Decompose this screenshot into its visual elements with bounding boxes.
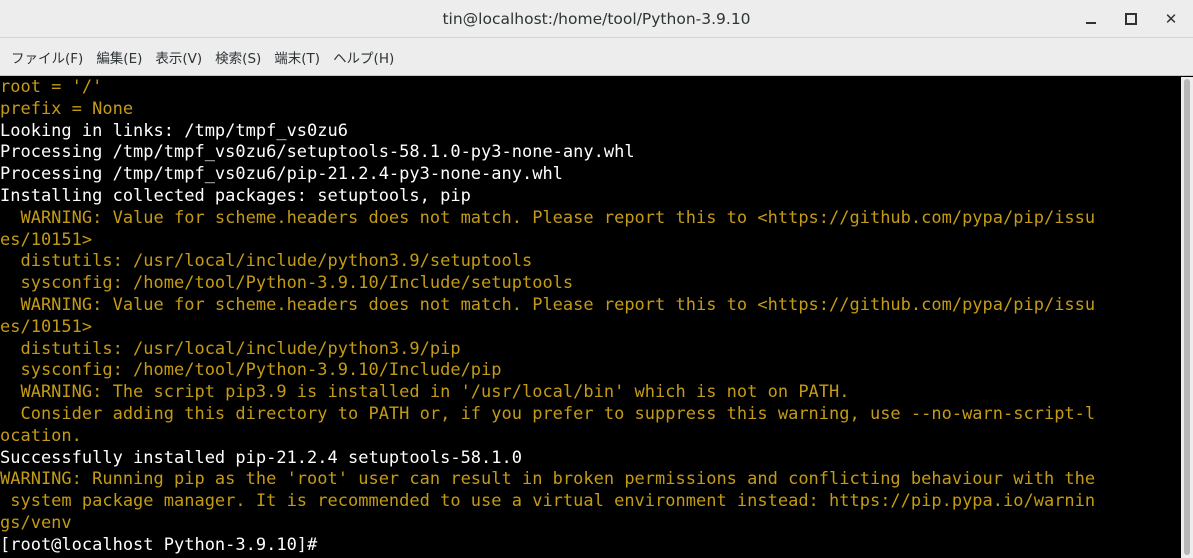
- terminal-line: WARNING: Value for scheme.headers does n…: [0, 294, 1096, 315]
- minimize-button[interactable]: [1078, 7, 1104, 31]
- title-bar[interactable]: tin@localhost:/home/tool/Python-3.9.10 ✕: [0, 0, 1193, 38]
- terminal-line: system package manager. It is recommende…: [0, 491, 1096, 512]
- maximize-icon: [1125, 13, 1137, 25]
- terminal-output[interactable]: root = '/' prefix = None Looking in links:…: [0, 77, 1181, 558]
- close-icon: ✕: [1164, 10, 1178, 28]
- shell-prompt: [root@localhost Python-3.9.10]#: [0, 534, 328, 555]
- window-title: tin@localhost:/home/tool/Python-3.9.10: [442, 10, 751, 28]
- terminal-line: Consider adding this directory to PATH o…: [0, 403, 1096, 424]
- terminal-line: Processing /tmp/tmpf_vs0zu6/pip-21.2.4-p…: [0, 164, 563, 185]
- scrollbar-thumb[interactable]: [1184, 79, 1190, 555]
- terminal-line: distutils: /usr/local/include/python3.9/…: [0, 251, 533, 272]
- terminal-line: WARNING: Value for scheme.headers does n…: [0, 207, 1096, 228]
- terminal-line: root = '/': [0, 77, 103, 97]
- menu-terminal[interactable]: 端末(T): [268, 47, 326, 67]
- terminal-line: prefix = None: [0, 98, 134, 119]
- terminal-line: Installing collected packages: setuptool…: [0, 185, 471, 206]
- terminal-line: distutils: /usr/local/include/python3.9/…: [0, 338, 461, 359]
- terminal-line: sysconfig: /home/tool/Python-3.9.10/Incl…: [0, 273, 574, 294]
- menu-file[interactable]: ファイル(F): [5, 47, 89, 67]
- menu-search[interactable]: 検索(S): [209, 47, 267, 67]
- menu-bar: ファイル(F) 編集(E) 表示(V) 検索(S) 端末(T) ヘルプ(H): [0, 38, 1193, 76]
- terminal-line: ocation.: [0, 425, 82, 446]
- menu-help[interactable]: ヘルプ(H): [327, 47, 400, 67]
- terminal-line: sysconfig: /home/tool/Python-3.9.10/Incl…: [0, 360, 502, 381]
- terminal-line: es/10151>: [0, 229, 93, 250]
- terminal-line: WARNING: Running pip as the 'root' user …: [0, 469, 1096, 490]
- menu-edit[interactable]: 編集(E): [90, 47, 148, 67]
- terminal-window: tin@localhost:/home/tool/Python-3.9.10 ✕…: [0, 0, 1193, 558]
- terminal-line: Looking in links: /tmp/tmpf_vs0zu6: [0, 120, 348, 141]
- maximize-button[interactable]: [1118, 7, 1144, 31]
- terminal-line: Processing /tmp/tmpf_vs0zu6/setuptools-5…: [0, 142, 635, 163]
- menu-view[interactable]: 表示(V): [149, 47, 208, 67]
- terminal-line: gs/venv: [0, 512, 72, 533]
- terminal-line: es/10151>: [0, 316, 93, 337]
- terminal-line: Successfully installed pip-21.2.4 setupt…: [0, 447, 522, 468]
- terminal-line: WARNING: The script pip3.9 is installed …: [0, 382, 850, 403]
- minimize-icon: [1086, 22, 1096, 24]
- close-button[interactable]: ✕: [1158, 7, 1184, 31]
- vertical-scrollbar[interactable]: [1181, 77, 1193, 558]
